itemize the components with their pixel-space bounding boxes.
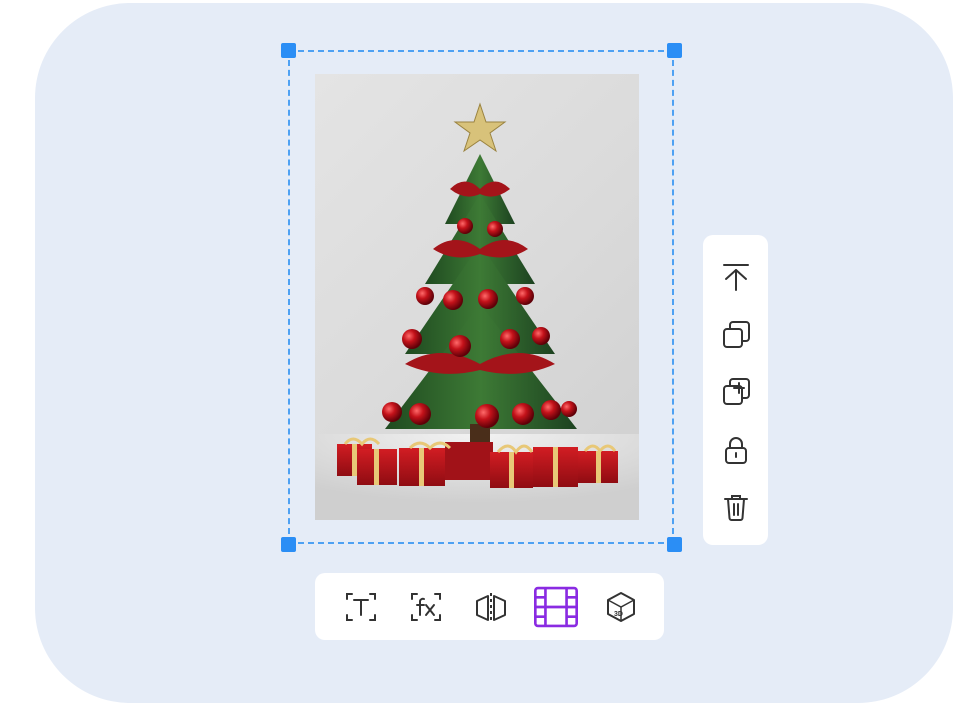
- duplicate-add-icon: [722, 378, 750, 405]
- copy-button[interactable]: [716, 315, 756, 355]
- lock-button[interactable]: [716, 430, 756, 470]
- copy-icon: [722, 320, 750, 348]
- fx-effects-button[interactable]: [404, 585, 448, 629]
- image-tools-toolbar: 3D: [315, 573, 664, 640]
- duplicate-button[interactable]: [716, 372, 756, 412]
- resize-handle-top-right[interactable]: [667, 43, 682, 58]
- 3d-icon: 3D: [607, 591, 635, 622]
- layer-actions-toolbar: [703, 235, 768, 545]
- resize-handle-top-left[interactable]: [281, 43, 296, 58]
- flip-mirror-button[interactable]: [469, 585, 513, 629]
- fx-effects-icon: [411, 592, 441, 621]
- delete-button[interactable]: [716, 487, 756, 527]
- resize-handle-bottom-right[interactable]: [667, 537, 682, 552]
- film-video-button[interactable]: [534, 585, 578, 629]
- svg-text:3D: 3D: [614, 611, 623, 618]
- lock-icon: [724, 436, 747, 464]
- bring-to-front-button[interactable]: [716, 257, 756, 297]
- film-video-icon: [534, 586, 578, 627]
- bring-to-front-icon: [722, 264, 749, 291]
- text-recognize-button[interactable]: [339, 585, 383, 629]
- resize-handle-bottom-left[interactable]: [281, 537, 296, 552]
- 3d-button[interactable]: 3D: [599, 585, 643, 629]
- flip-mirror-icon: [476, 592, 506, 622]
- selection-box[interactable]: [288, 50, 674, 544]
- trash-icon: [723, 495, 748, 521]
- text-recognize-icon: [346, 592, 376, 621]
